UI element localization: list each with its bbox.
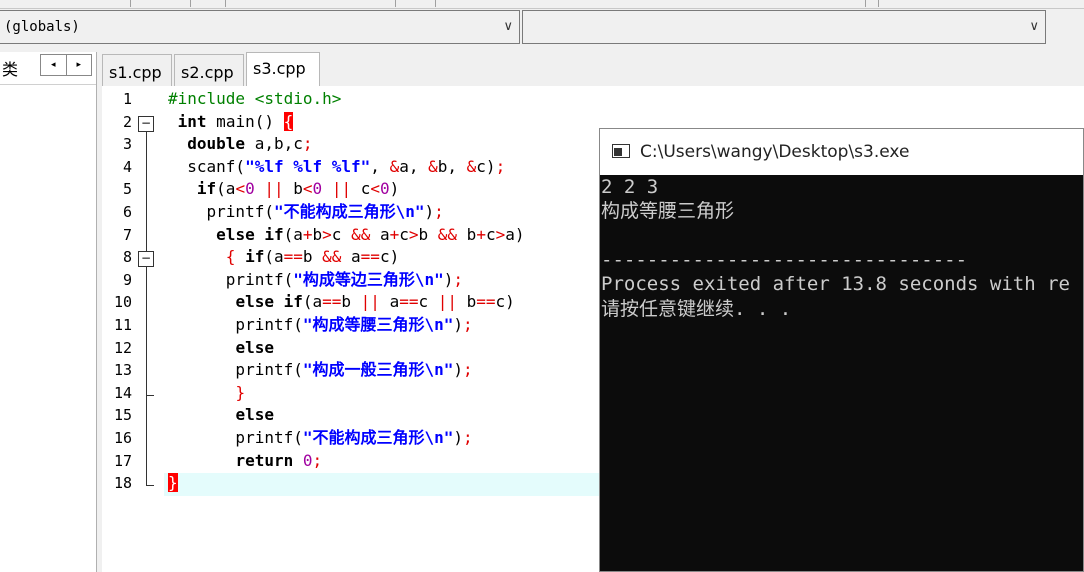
- line-number: 10: [113, 293, 132, 312]
- class-panel-tab-label[interactable]: 类: [2, 56, 18, 80]
- code-line[interactable]: printf("构成等边三角形\n");: [168, 269, 463, 291]
- line-number: 2: [122, 112, 132, 131]
- code-line[interactable]: else if(a==b || a==c || b==c): [168, 291, 514, 313]
- code-line[interactable]: }: [168, 382, 245, 404]
- code-line[interactable]: scanf("%lf %lf %lf", &a, &b, &c);: [168, 156, 505, 178]
- line-number: 14: [113, 383, 132, 402]
- code-line[interactable]: printf("不能构成三角形\n");: [168, 427, 472, 449]
- line-number: 4: [122, 157, 132, 176]
- line-number: 7: [122, 225, 132, 244]
- line-number: 18: [113, 474, 132, 493]
- line-number: 9: [122, 270, 132, 289]
- toolbar-strip: [0, 0, 1084, 9]
- line-number: 5: [122, 180, 132, 199]
- scope-combobox-value: (globals): [4, 19, 80, 35]
- line-number: 17: [113, 451, 132, 470]
- divider: [0, 84, 96, 85]
- code-line[interactable]: if(a<0 || b<0 || c<0): [168, 178, 399, 200]
- toolbar-separator: [395, 0, 396, 7]
- code-line[interactable]: return 0;: [168, 450, 322, 472]
- line-number-gutter[interactable]: 1 2 3 4 5 6 7 8 9 10 11 12 13 14 15 16 17 18− −: [102, 86, 164, 572]
- code-line[interactable]: #include <stdio.h>: [168, 88, 341, 110]
- code-line[interactable]: printf("构成一般三角形\n");: [168, 359, 472, 381]
- code-line[interactable]: printf("构成等腰三角形\n");: [168, 314, 472, 336]
- console-output[interactable]: 2 2 3 构成等腰三角形 ----------------------------…: [600, 175, 1083, 571]
- member-combobox[interactable]: ∨: [522, 10, 1046, 44]
- console-window[interactable]: C:\Users\wangy\Desktop\s3.exe 2 2 3 构成等腰三…: [599, 128, 1084, 572]
- toolbar-separator: [435, 0, 436, 7]
- chevron-down-icon[interactable]: ∨: [503, 19, 513, 34]
- code-line[interactable]: { if(a==b && a==c): [168, 246, 399, 268]
- line-number: 13: [113, 361, 132, 380]
- console-output-line: 构成等腰三角形: [601, 200, 735, 223]
- console-app-icon: [612, 144, 630, 158]
- code-line[interactable]: else: [168, 337, 274, 359]
- fold-guide-line: [146, 267, 147, 486]
- line-number: 3: [122, 135, 132, 154]
- tab-s3-cpp[interactable]: s3.cpp: [246, 52, 320, 87]
- fold-end-marker: [146, 394, 154, 396]
- console-output-line: Process exited after 13.8 seconds with r…: [601, 273, 1070, 296]
- fold-end-marker: [146, 485, 154, 487]
- line-number: 6: [122, 203, 132, 221]
- code-line[interactable]: int main() {: [168, 111, 294, 133]
- code-line[interactable]: printf("不能构成三角形\n");: [168, 201, 444, 223]
- line-number: 15: [113, 406, 132, 425]
- toolbar-separator: [865, 0, 866, 7]
- toolbar-separator: [130, 0, 131, 7]
- line-number: 1: [122, 90, 132, 108]
- tab-s1-cpp[interactable]: s1.cpp: [102, 54, 172, 86]
- console-output-line: 2 2 3: [601, 176, 659, 198]
- code-line[interactable]: }: [168, 472, 178, 494]
- line-number: 12: [113, 338, 132, 357]
- scroll-right-icon[interactable]: ▸: [65, 55, 92, 75]
- line-number: 16: [113, 429, 132, 447]
- panel-tab-scroller[interactable]: ◂ ▸: [40, 54, 92, 76]
- class-browser-panel[interactable]: [0, 52, 97, 572]
- fold-guide-line: [146, 131, 147, 252]
- fold-collapse-icon[interactable]: −: [138, 251, 154, 268]
- toolbar-separator: [225, 0, 226, 7]
- console-output-line: 请按任意键继续. . .: [601, 297, 792, 320]
- console-title: C:\Users\wangy\Desktop\s3.exe: [640, 142, 910, 162]
- code-line[interactable]: else if(a+b>c && a+c>b && b+c>a): [168, 224, 524, 246]
- console-output-line: --------------------------------: [601, 248, 968, 271]
- line-number: 11: [113, 316, 132, 334]
- chevron-down-icon[interactable]: ∨: [1029, 19, 1039, 34]
- line-number: 8: [122, 248, 132, 267]
- code-line[interactable]: else: [168, 404, 274, 426]
- fold-collapse-icon[interactable]: −: [138, 115, 154, 132]
- scope-combobox[interactable]: (globals) ∨: [0, 10, 520, 44]
- code-line[interactable]: double a,b,c;: [168, 133, 312, 155]
- toolbar-separator: [878, 0, 879, 7]
- console-title-bar[interactable]: C:\Users\wangy\Desktop\s3.exe: [600, 129, 1083, 175]
- toolbar-separator: [190, 0, 191, 7]
- scroll-left-icon[interactable]: ◂: [41, 55, 66, 75]
- tab-s2-cpp[interactable]: s2.cpp: [174, 54, 244, 86]
- file-tab-bar: s1.cpp s2.cpp s3.cpp: [102, 52, 1084, 87]
